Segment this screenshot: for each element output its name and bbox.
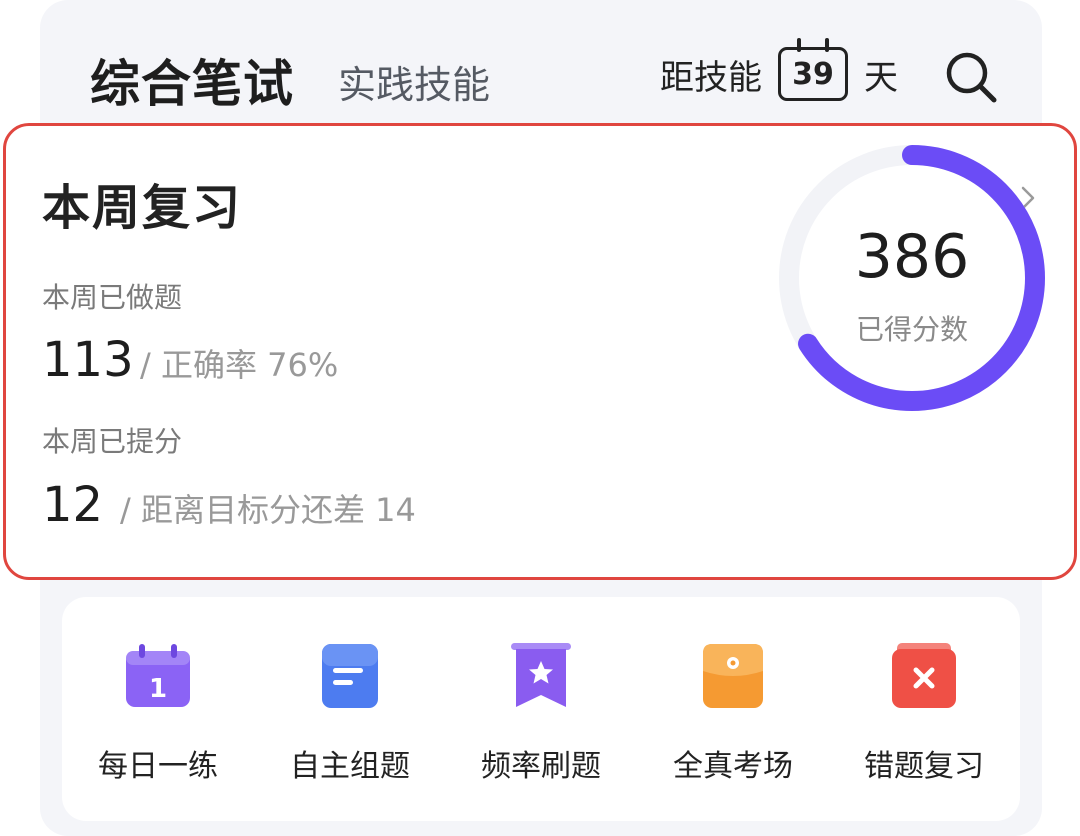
exam-folder-icon [703,644,763,708]
countdown-prefix: 距技能 [660,57,762,98]
function-grid: 1 每日一练 自主组题 频率刷题 全真考场 错题复习 [62,597,1020,821]
function-label: 频率刷题 [481,749,601,784]
wrong-x-icon [892,643,956,708]
countdown-days: 39 [792,56,834,92]
calendar-icon: 39 [778,38,848,101]
score-label: 已得分数 [855,313,968,346]
function-label: 每日一练 [98,749,218,784]
score-raised-label: 本周已提分 [42,425,183,458]
function-mock-exam[interactable]: 全真考场 [637,597,829,821]
document-icon [322,644,378,708]
score-raised-count: 12 [42,477,104,533]
target-gap-text: / 距离目标分还差 14 [120,491,416,529]
countdown-suffix: 天 [864,57,898,98]
function-label: 全真考场 [673,749,793,784]
daily-calendar-icon: 1 [126,644,190,707]
function-custom-set[interactable]: 自主组题 [254,597,446,821]
questions-done-count: 113 [42,332,134,388]
function-daily-practice[interactable]: 1 每日一练 [62,597,254,821]
star-bookmark-icon [511,643,571,707]
function-label: 错题复习 [864,749,984,784]
search-icon[interactable] [944,50,998,104]
function-label: 自主组题 [290,749,410,784]
function-wrong-review[interactable]: 错题复习 [828,597,1020,821]
svg-text:1: 1 [149,674,167,704]
questions-done-label: 本周已做题 [42,281,183,314]
tab-written-exam[interactable]: 综合笔试 [90,44,294,116]
exam-countdown[interactable]: 距技能 39 天 [660,38,898,106]
accuracy-text: / 正确率 76% [140,346,339,384]
tab-practical-skills[interactable]: 实践技能 [338,54,490,109]
score-value: 386 [854,222,970,292]
function-frequency-drill[interactable]: 频率刷题 [445,597,637,821]
card-title: 本周复习 [42,180,243,236]
